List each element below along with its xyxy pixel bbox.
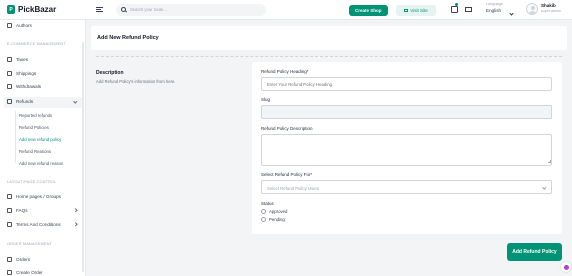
description-title: Description bbox=[96, 70, 124, 76]
percent-icon bbox=[7, 57, 12, 62]
sidebar-item-shippings[interactable]: Shippings bbox=[7, 71, 36, 76]
description-field-label: Refund Policy Description bbox=[261, 126, 313, 131]
sidebar-item-faqs[interactable]: FAQs bbox=[7, 208, 28, 213]
sidebar-item-orders[interactable]: Orders bbox=[7, 257, 30, 262]
cart-icon bbox=[7, 270, 12, 275]
user-menu[interactable]: Shakib super admin bbox=[526, 3, 561, 15]
assistant-badge-icon[interactable] bbox=[561, 262, 571, 272]
sidebar-scrollbar[interactable] bbox=[82, 42, 84, 272]
sidebar-item-withdrawals[interactable]: Withdrawals bbox=[7, 84, 41, 89]
orders-icon bbox=[7, 257, 12, 262]
language-label: Language bbox=[486, 2, 503, 6]
sidebar-item-authors[interactable]: Authors bbox=[7, 23, 32, 28]
visit-site-button[interactable]: Visit Site bbox=[396, 5, 436, 16]
language-value: English bbox=[486, 7, 502, 13]
sidebar-item-refunds[interactable]: Refunds bbox=[7, 99, 33, 104]
sidebar-subitem-add-refund-reason[interactable]: Add new refund reason bbox=[19, 161, 63, 166]
shop-icon[interactable] bbox=[451, 6, 458, 13]
sidebar-item-terms[interactable]: Terms And Conditions bbox=[7, 222, 61, 227]
external-link-icon bbox=[404, 8, 409, 13]
policy-for-label: Select Refund Policy For* bbox=[261, 172, 313, 177]
logo[interactable]: P PickBazar bbox=[7, 5, 91, 14]
refund-icon bbox=[7, 99, 12, 104]
slug-label: Slug bbox=[261, 97, 271, 102]
policy-for-placeholder: Select Refund Policy Users bbox=[267, 186, 320, 191]
home-icon bbox=[7, 194, 12, 199]
section-order: ORDER MANAGEMENT bbox=[7, 242, 53, 246]
radio-icon bbox=[261, 217, 266, 222]
sidebar-subitem-refund-policies[interactable]: Refund Policies bbox=[19, 125, 49, 130]
visit-site-label: Visit Site bbox=[410, 8, 428, 13]
truck-icon bbox=[7, 71, 12, 76]
search-bar[interactable]: Search your route... bbox=[116, 3, 266, 16]
description-text: Add Refund Policy's information from her… bbox=[96, 79, 176, 84]
logo-icon: P bbox=[7, 5, 15, 14]
notification-dot bbox=[455, 3, 458, 6]
slug-input bbox=[261, 105, 552, 119]
status-label: Status bbox=[261, 201, 274, 206]
user-role: super admin bbox=[541, 9, 561, 14]
avatar bbox=[526, 3, 538, 15]
chevron-right-icon[interactable] bbox=[73, 208, 78, 213]
sidebar-item-taxes[interactable]: Taxes bbox=[7, 57, 28, 62]
add-refund-policy-button[interactable]: Add Refund Policy bbox=[507, 243, 562, 261]
section-ecommerce: E-COMMERCE MANAGEMENT bbox=[7, 42, 66, 46]
sidebar: Authors E-COMMERCE MANAGEMENT Taxes Ship… bbox=[0, 20, 86, 276]
user-icon bbox=[7, 23, 12, 28]
user-name: Shakib bbox=[541, 3, 556, 9]
wallet-icon bbox=[7, 84, 12, 89]
document-icon bbox=[7, 222, 12, 227]
menu-toggle-icon[interactable] bbox=[96, 6, 103, 13]
sidebar-subitem-refund-reasons[interactable]: Refund Reasons bbox=[19, 149, 51, 154]
chevron-right-icon[interactable] bbox=[73, 222, 78, 227]
sidebar-subitem-reported-refunds[interactable]: Reported refunds bbox=[19, 113, 52, 118]
description-textarea[interactable] bbox=[261, 134, 552, 166]
sidebar-subitem-add-refund-policy[interactable]: Add new refund policy bbox=[19, 137, 61, 142]
message-icon[interactable] bbox=[465, 7, 472, 12]
language-selector[interactable]: Language English bbox=[486, 2, 520, 16]
section-layout: LAYOUT/PAGE CONTROL bbox=[7, 180, 57, 184]
refund-policy-form: Refund Policy Heading* Slug Refund Polic… bbox=[252, 62, 562, 234]
sidebar-item-home-pages[interactable]: Home pages / Groups bbox=[7, 194, 61, 199]
page-header: Add New Refund Policy bbox=[91, 26, 567, 50]
submenu-line bbox=[15, 111, 16, 163]
search-input[interactable]: Search your route... bbox=[130, 7, 167, 12]
radio-icon bbox=[261, 209, 266, 214]
sidebar-item-create-order[interactable]: Create Order bbox=[7, 270, 43, 275]
heading-label: Refund Policy Heading* bbox=[261, 69, 309, 74]
create-shop-button[interactable]: Create Shop bbox=[349, 5, 388, 16]
search-icon bbox=[121, 7, 126, 12]
resize-handle-icon[interactable] bbox=[548, 160, 551, 163]
faq-icon bbox=[7, 208, 12, 213]
heading-input[interactable] bbox=[261, 77, 552, 91]
divider bbox=[96, 56, 562, 57]
page-title: Add New Refund Policy bbox=[97, 35, 159, 41]
logo-text: PickBazar bbox=[18, 5, 57, 14]
status-radio-pending[interactable]: Pending bbox=[261, 217, 285, 222]
status-radio-approved[interactable]: Approved bbox=[261, 209, 287, 214]
